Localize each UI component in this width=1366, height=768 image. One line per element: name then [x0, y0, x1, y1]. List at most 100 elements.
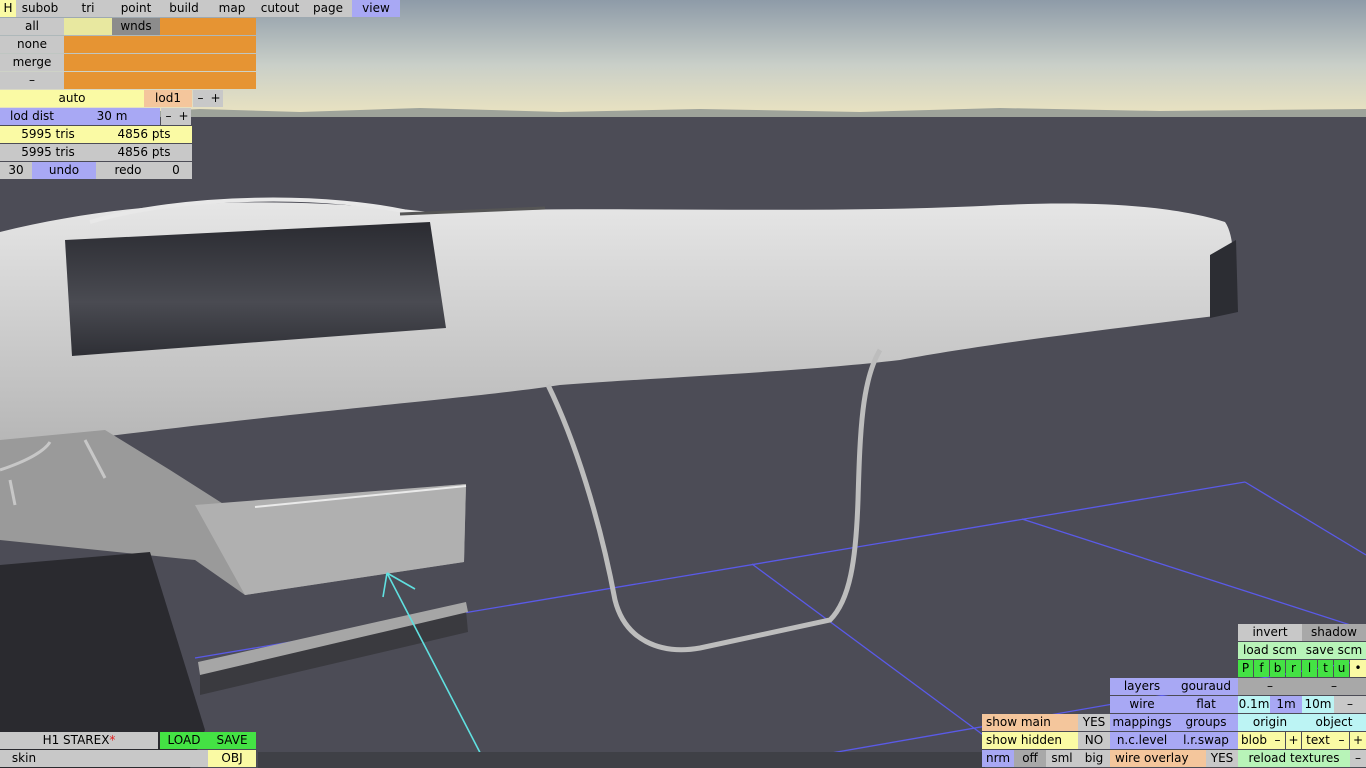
lod-dist-plus-button[interactable]: +: [176, 108, 191, 125]
dash-button[interactable]: –: [0, 72, 64, 89]
obj-button[interactable]: OBJ: [208, 750, 256, 767]
undo-count: 30: [0, 162, 32, 179]
dash-left-button[interactable]: –: [1238, 678, 1302, 695]
lr-swap-button[interactable]: l.r.swap: [1174, 732, 1238, 749]
step-10m-button[interactable]: 10m: [1302, 696, 1334, 713]
view-tab[interactable]: view: [352, 0, 400, 17]
lod-level-button[interactable]: lod1: [144, 90, 192, 107]
h-button[interactable]: H: [0, 0, 16, 17]
blob-button[interactable]: blob: [1238, 732, 1270, 749]
group-slot[interactable]: [208, 36, 256, 53]
wire-overlay-toggle[interactable]: YES: [1206, 750, 1238, 767]
origin-button[interactable]: origin: [1238, 714, 1302, 731]
save-button[interactable]: SAVE: [208, 732, 256, 749]
save-scm-button[interactable]: save scm: [1302, 642, 1366, 659]
view-t-button[interactable]: t: [1318, 660, 1333, 677]
group-slot[interactable]: [64, 72, 112, 89]
view-u-button[interactable]: u: [1334, 660, 1349, 677]
step-0-1m-button[interactable]: 0.1m: [1238, 696, 1270, 713]
lod-auto-button[interactable]: auto: [0, 90, 144, 107]
show-hidden-label[interactable]: show hidden: [982, 732, 1078, 749]
pts-count: 4856 pts: [96, 126, 192, 143]
show-hidden-toggle[interactable]: NO: [1078, 732, 1110, 749]
tri-tab[interactable]: tri: [64, 0, 112, 17]
gouraud-button[interactable]: gouraud: [1174, 678, 1238, 695]
invert-button[interactable]: invert: [1238, 624, 1302, 641]
text-plus-button[interactable]: +: [1350, 732, 1366, 749]
step-minus-button[interactable]: –: [1334, 696, 1366, 713]
view-p-button[interactable]: P: [1238, 660, 1253, 677]
text-button[interactable]: text: [1302, 732, 1334, 749]
lod-dist-minus-button[interactable]: –: [161, 108, 176, 125]
group-slot[interactable]: [112, 54, 160, 71]
mappings-button[interactable]: mappings: [1110, 714, 1174, 731]
off-button[interactable]: off: [1014, 750, 1046, 767]
view-l-button[interactable]: l: [1302, 660, 1317, 677]
step-1m-button[interactable]: 1m: [1270, 696, 1302, 713]
merge-button[interactable]: merge: [0, 54, 64, 71]
blob-minus-button[interactable]: –: [1270, 732, 1285, 749]
select-all-button[interactable]: all: [0, 18, 64, 35]
wire-overlay-label[interactable]: wire overlay: [1110, 750, 1206, 767]
lod-dist-label: lod dist: [0, 108, 64, 125]
subob-tab[interactable]: subob: [16, 0, 64, 17]
cutout-tab[interactable]: cutout: [256, 0, 304, 17]
view-b-button[interactable]: b: [1270, 660, 1285, 677]
groups-button[interactable]: groups: [1174, 714, 1238, 731]
shadow-button[interactable]: shadow: [1302, 624, 1366, 641]
group-slot[interactable]: [64, 36, 112, 53]
build-tab[interactable]: build: [160, 0, 208, 17]
group-slot[interactable]: [208, 18, 256, 35]
text-minus-button[interactable]: –: [1334, 732, 1349, 749]
lod-plus-button[interactable]: +: [208, 90, 223, 107]
redo-button[interactable]: redo: [96, 162, 160, 179]
select-none-button[interactable]: none: [0, 36, 64, 53]
group-slot[interactable]: [160, 54, 208, 71]
big-button[interactable]: big: [1078, 750, 1110, 767]
wnds-group-button[interactable]: wnds: [112, 18, 160, 35]
group-slot[interactable]: [208, 54, 256, 71]
layers-button[interactable]: layers: [1110, 678, 1174, 695]
tris-count-total: 5995 tris: [0, 144, 96, 161]
status-strip: [258, 752, 985, 768]
group-slot[interactable]: [160, 72, 208, 89]
skin-field[interactable]: [48, 750, 208, 767]
point-tab[interactable]: point: [112, 0, 160, 17]
tris-count: 5995 tris: [0, 126, 96, 143]
nc-level-button[interactable]: n.c.level: [1110, 732, 1174, 749]
map-tab[interactable]: map: [208, 0, 256, 17]
reload-textures-button[interactable]: reload textures: [1238, 750, 1350, 767]
flat-button[interactable]: flat: [1174, 696, 1238, 713]
undo-button[interactable]: undo: [32, 162, 96, 179]
load-button[interactable]: LOAD: [160, 732, 208, 749]
skin-label: skin: [0, 750, 48, 767]
blob-plus-button[interactable]: +: [1286, 732, 1301, 749]
group-slot[interactable]: [64, 54, 112, 71]
group-slot[interactable]: [160, 18, 208, 35]
reload-minus-button[interactable]: –: [1350, 750, 1366, 767]
model-name-text: H1 STAREX: [42, 733, 110, 747]
dot-button[interactable]: •: [1350, 660, 1366, 677]
load-scm-button[interactable]: load scm: [1238, 642, 1302, 659]
dash-right-button[interactable]: –: [1302, 678, 1366, 695]
model-name[interactable]: H1 STAREX*: [0, 732, 158, 749]
group-slot[interactable]: [112, 36, 160, 53]
show-main-toggle[interactable]: YES: [1078, 714, 1110, 731]
nrm-button[interactable]: nrm: [982, 750, 1014, 767]
group-slot[interactable]: [160, 36, 208, 53]
viewport-3d[interactable]: [0, 0, 1366, 768]
wire-button[interactable]: wire: [1110, 696, 1174, 713]
show-main-label[interactable]: show main: [982, 714, 1078, 731]
group-slot[interactable]: [112, 72, 160, 89]
redo-count: 0: [160, 162, 192, 179]
modified-marker: *: [109, 733, 116, 747]
lod-dist-value[interactable]: 30 m: [64, 108, 160, 125]
group-slot[interactable]: [64, 18, 112, 35]
view-r-button[interactable]: r: [1286, 660, 1301, 677]
group-slot[interactable]: [208, 72, 256, 89]
view-f-button[interactable]: f: [1254, 660, 1269, 677]
lod-minus-button[interactable]: –: [193, 90, 208, 107]
page-tab[interactable]: page: [304, 0, 352, 17]
sml-button[interactable]: sml: [1046, 750, 1078, 767]
object-button[interactable]: object: [1302, 714, 1366, 731]
